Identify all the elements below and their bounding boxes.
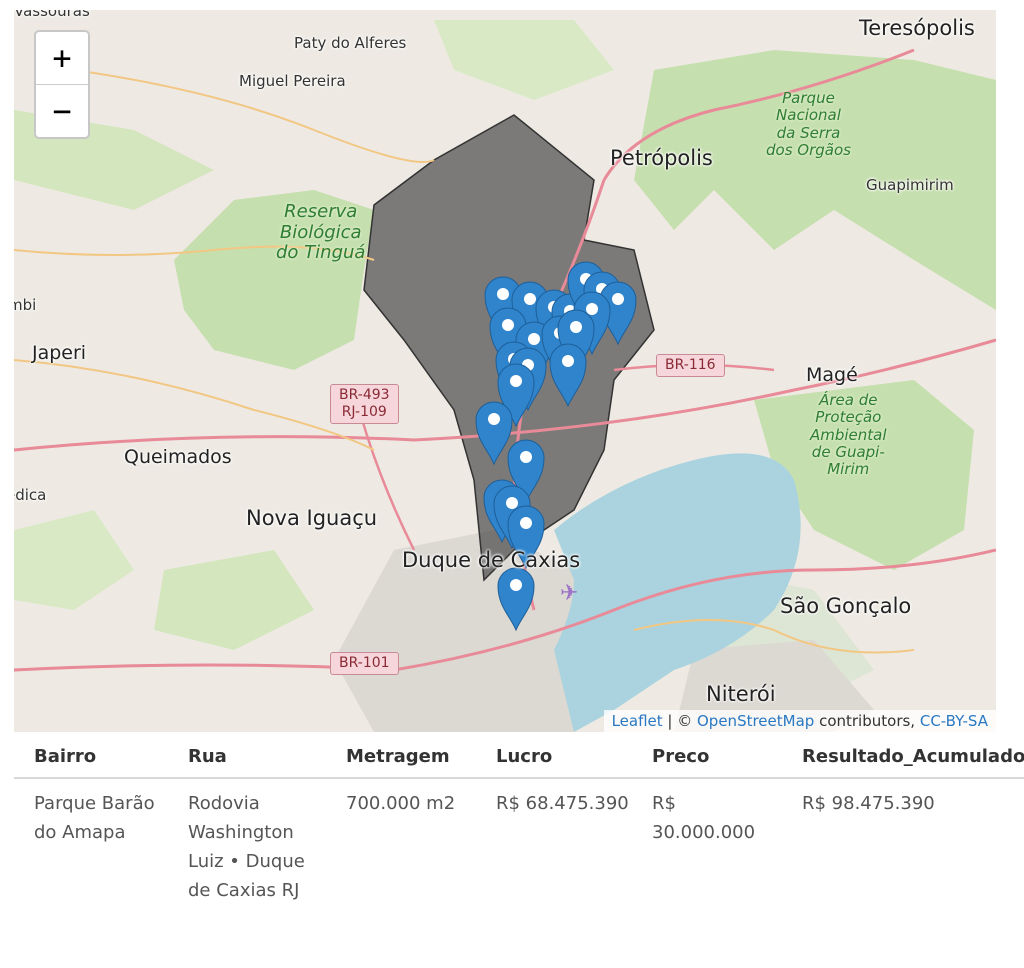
cell-bairro: Parque Barão do Amapa <box>34 793 155 843</box>
column-header-metragem: Metragem <box>326 735 476 779</box>
column-header-lucro: Lucro <box>476 735 632 779</box>
place-guapimirim: Guapimirim <box>866 176 954 194</box>
place-japeri: Japeri <box>32 342 87 364</box>
cell-lucro: R$ 68.475.390 <box>496 793 629 814</box>
map-container[interactable]: ✈ Teresópolis Paty do Alferes Miguel Per… <box>14 10 996 732</box>
column-header-rua: Rua <box>168 735 326 779</box>
place-sao-goncalo: São Gonçalo <box>780 594 912 618</box>
osm-link[interactable]: OpenStreetMap <box>697 712 814 730</box>
license-link[interactable]: CC-BY-SA <box>920 712 988 730</box>
table-header-row: Bairro Rua Metragem Lucro Preco Resultad… <box>14 735 1024 779</box>
cell-preco: R$ 30.000.000 <box>652 793 756 843</box>
column-header-preco: Preco <box>632 735 782 779</box>
cell-rua: Rodovia Washington Luiz • Duque de Caxia… <box>188 793 305 901</box>
place-duque-de-caxias: Duque de Caxias <box>402 548 581 572</box>
zoom-out-button[interactable]: − <box>36 84 88 137</box>
place-miguel-pereira: Miguel Pereira <box>239 72 346 90</box>
place-vassouras: Vassouras <box>14 10 90 20</box>
column-header-bairro: Bairro <box>14 735 168 779</box>
place-paty-do-alferes: Paty do Alferes <box>294 34 407 52</box>
shield-br-101: BR-101 <box>330 652 399 675</box>
park-tingua-label: Reserva Biológica do Tinguá <box>276 201 366 264</box>
place-nova-iguacu: Nova Iguaçu <box>246 506 378 530</box>
leaflet-link[interactable]: Leaflet <box>612 712 663 730</box>
place-niteroi: Niterói <box>706 682 776 706</box>
cell-metragem: 700.000 m2 <box>346 793 456 814</box>
place-queimados: Queimados <box>124 446 232 468</box>
cell-resultado: R$ 98.475.390 <box>802 793 935 814</box>
shield-br-116: BR-116 <box>656 354 725 377</box>
place-teresopolis: Teresópolis <box>859 16 975 40</box>
shield-br-493: BR-493 RJ-109 <box>330 384 399 424</box>
zoom-control: + − <box>34 30 90 139</box>
zoom-in-button[interactable]: + <box>36 32 88 84</box>
attrib-contributors: contributors, <box>814 712 920 730</box>
park-serra-orgaos-label: Parque Nacional da Serra dos Orgãos <box>766 89 851 159</box>
airport-icon: ✈ <box>560 581 578 606</box>
place-mage: Magé <box>806 364 858 386</box>
results-table: Bairro Rua Metragem Lucro Preco Resultad… <box>14 735 1024 905</box>
place-petropolis: Petrópolis <box>610 146 713 170</box>
park-guapi-mirim-label: Área de Proteção Ambiental de Guapi- Mir… <box>810 391 887 478</box>
map-attribution: Leaflet | © OpenStreetMap contributors, … <box>603 710 996 732</box>
table-row: Parque Barão do Amapa Rodovia Washington… <box>14 778 1024 905</box>
attrib-separator: | © <box>662 712 697 730</box>
column-header-resultado: Resultado_Acumulado <box>782 735 1024 779</box>
place-edica: edica <box>14 486 47 504</box>
place-mbi: mbi <box>14 296 37 314</box>
